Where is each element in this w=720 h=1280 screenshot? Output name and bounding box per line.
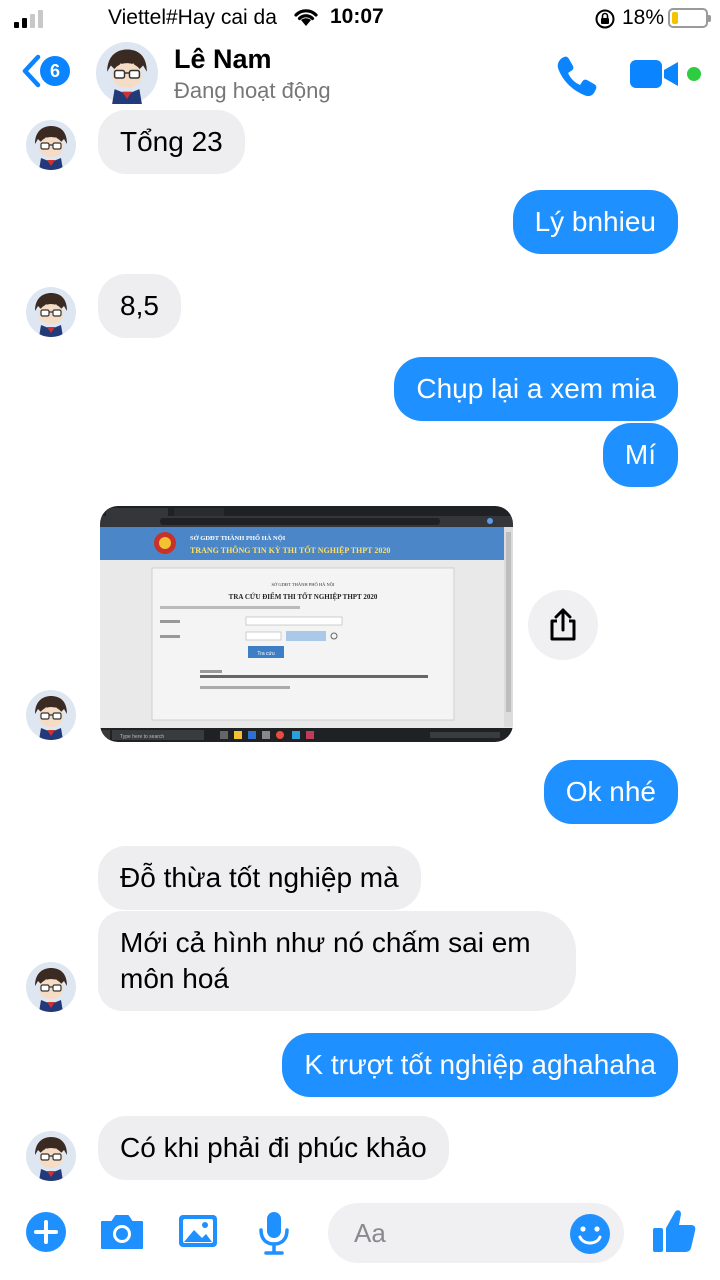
chevron-left-icon [22, 54, 41, 88]
unread-count-badge: 6 [40, 56, 70, 86]
share-icon [550, 608, 576, 641]
form-title: TRA CỨU ĐIỂM THI TỐT NGHIỆP THPT 2020 [229, 593, 378, 601]
sender-avatar[interactable] [26, 690, 76, 740]
sender-avatar[interactable] [26, 962, 76, 1012]
battery-icon [668, 8, 711, 28]
battery-percent: 18% [622, 6, 665, 29]
contact-name[interactable]: Lê Nam [174, 44, 272, 75]
message-line: Mới cả hình như nó chấm sai em [120, 927, 531, 958]
video-camera-icon[interactable] [628, 56, 680, 92]
active-status-dot [687, 67, 701, 81]
message-line: môn hoá [120, 963, 229, 994]
message-bubble-outgoing[interactable]: Ok nhé [543, 760, 678, 824]
sender-avatar[interactable] [26, 1131, 76, 1181]
wifi-icon [294, 9, 318, 26]
camera-icon[interactable] [98, 1210, 146, 1254]
phone-icon[interactable] [554, 52, 600, 98]
lookup-button: Tra cứu [257, 651, 275, 657]
share-button[interactable] [528, 590, 598, 660]
message-bubble-incoming[interactable]: Mới cả hình như nó chấm sai em môn hoá [98, 911, 576, 1011]
message-bubble-incoming[interactable]: Tổng 23 [98, 110, 245, 174]
emoji-icon[interactable] [568, 1212, 612, 1256]
dept-text: SỞ GDĐT THÀNH PHỐ HÀ NỘI [190, 534, 286, 542]
thumbs-up-icon[interactable] [650, 1206, 698, 1256]
exam-results-screenshot: SỞ GDĐT THÀNH PHỐ HÀ NỘI TRANG THÔNG TIN… [100, 506, 513, 742]
message-bubble-outgoing[interactable]: K trượt tốt nghiệp aghahaha [282, 1033, 678, 1097]
gallery-icon[interactable] [176, 1210, 220, 1254]
sender-avatar[interactable] [26, 287, 76, 337]
rotation-lock-icon [595, 9, 615, 29]
taskbar-search: Type here to search [120, 734, 164, 740]
message-bubble-incoming[interactable]: Đỗ thừa tốt nghiệp mà [98, 846, 421, 910]
signal-icon [14, 10, 43, 28]
carrier-name: Viettel#Hay cai da [108, 6, 277, 29]
status-bar: Viettel#Hay cai da 10:07 18% [0, 0, 720, 38]
message-bubble-outgoing[interactable]: Chụp lại a xem mia [394, 357, 678, 421]
message-bubble-incoming[interactable]: 8,5 [98, 274, 181, 338]
message-bubble-outgoing[interactable]: Lý bnhieu [512, 190, 678, 254]
microphone-icon[interactable] [254, 1210, 294, 1256]
contact-status: Đang hoạt động [174, 78, 331, 103]
plus-circle-icon[interactable] [24, 1210, 68, 1254]
conversation-header: 6 Lê Nam Đang hoạt động [0, 38, 720, 110]
contact-avatar[interactable] [96, 42, 158, 104]
clock: 10:07 [330, 5, 384, 28]
message-bubble-incoming[interactable]: Có khi phải đi phúc khảo [98, 1116, 449, 1180]
portal-title: TRANG THÔNG TIN KỲ THI TỐT NGHIỆP THPT 2… [190, 545, 390, 555]
back-button[interactable]: 6 [20, 54, 70, 88]
composer-bar [0, 1190, 720, 1280]
form-dept: SỞ GDĐT THÀNH PHỐ HÀ NỘI [272, 582, 335, 587]
sender-avatar[interactable] [26, 120, 76, 170]
shared-image[interactable]: SỞ GDĐT THÀNH PHỐ HÀ NỘI TRANG THÔNG TIN… [100, 506, 513, 742]
message-bubble-outgoing[interactable]: Mí [602, 423, 678, 487]
